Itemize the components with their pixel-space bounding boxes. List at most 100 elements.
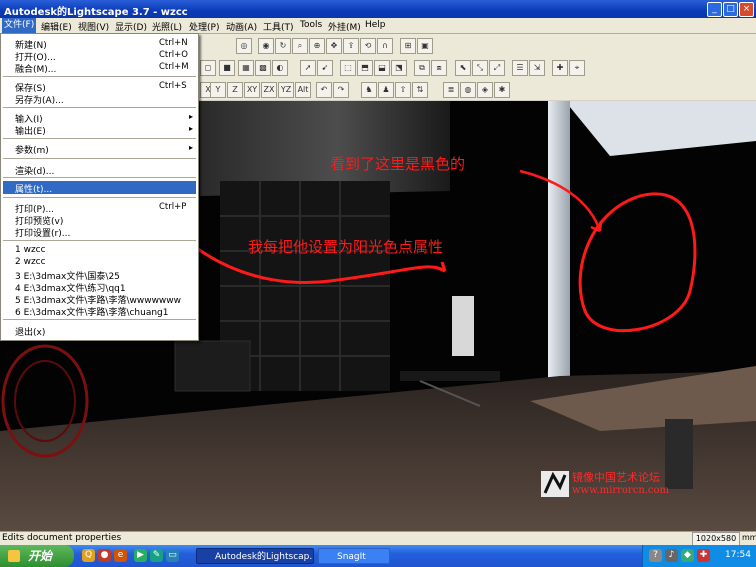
- zoom-icon[interactable]: ⌕: [292, 38, 308, 54]
- select-lock-icon[interactable]: ⬒: [357, 60, 373, 76]
- recent-file-1[interactable]: 1 wzcc: [15, 245, 46, 255]
- paste-icon[interactable]: ⧈: [431, 60, 447, 76]
- media-icon[interactable]: ▶: [134, 549, 147, 562]
- menu-edit[interactable]: 编辑(E): [41, 20, 72, 33]
- texture-icon[interactable]: ▦: [238, 60, 254, 76]
- menu-separator: [3, 240, 196, 241]
- menu-export[interactable]: 输出(E): [15, 124, 46, 137]
- menu-separator: [3, 177, 196, 178]
- task-snagit[interactable]: SnagIt: [318, 548, 390, 564]
- start-label: 开始: [28, 549, 53, 563]
- minimize-button[interactable]: _: [707, 2, 722, 17]
- menu-display[interactable]: 显示(D): [115, 20, 147, 33]
- menu-tools-cn[interactable]: 工具(T): [263, 20, 294, 33]
- solid-icon[interactable]: ■: [219, 60, 235, 76]
- magnify-icon[interactable]: ⊕: [309, 38, 325, 54]
- runner-icon[interactable]: ♟: [378, 82, 394, 98]
- scale-icon[interactable]: ⤡: [472, 60, 488, 76]
- orbit-icon[interactable]: ↻: [275, 38, 291, 54]
- menu-exit[interactable]: 退出(x): [15, 325, 45, 338]
- start-button[interactable]: 开始: [0, 545, 74, 567]
- pan-icon[interactable]: ✥: [326, 38, 342, 54]
- system-tray: ? ♪ ◆ ✚ 17:54: [642, 545, 756, 567]
- submenu-arrow-icon: ▸: [189, 124, 194, 133]
- layers-icon[interactable]: ☰: [512, 60, 528, 76]
- axis-z-button[interactable]: Z: [227, 82, 243, 98]
- menu-render[interactable]: 渲染(d)...: [15, 164, 54, 177]
- light-icon[interactable]: ✱: [494, 82, 510, 98]
- status-text: Edits document properties: [2, 533, 122, 543]
- stack-icon[interactable]: ≣: [443, 82, 459, 98]
- menu-print-setup[interactable]: 打印设置(r)...: [15, 226, 70, 239]
- add-point-icon[interactable]: ✚: [552, 60, 568, 76]
- browser-icon[interactable]: e: [114, 549, 127, 562]
- watermark-title: 镜像中国艺术论坛: [572, 471, 660, 484]
- menu-separator: [3, 158, 196, 159]
- app-icon[interactable]: ●: [98, 549, 111, 562]
- qq-icon[interactable]: Q: [82, 549, 95, 562]
- network-icon[interactable]: ◆: [681, 549, 694, 562]
- grid-icon[interactable]: ▩: [255, 60, 271, 76]
- select-add-icon[interactable]: ⬓: [374, 60, 390, 76]
- jump-icon[interactable]: ⇧: [395, 82, 411, 98]
- menu-file[interactable]: 文件(F): [2, 18, 37, 33]
- status-bar: Edits document properties 1020x580 mm: [0, 531, 756, 546]
- task-lightscape[interactable]: Autodesk的Lightscap...: [196, 548, 314, 564]
- rotate-icon[interactable]: ⟲: [360, 38, 376, 54]
- render-icon[interactable]: ◈: [477, 82, 493, 98]
- menu-light[interactable]: 光照(L): [152, 20, 182, 33]
- view-icon[interactable]: ◎: [236, 38, 252, 54]
- axis-y-button[interactable]: Y: [210, 82, 226, 98]
- select-box-icon[interactable]: ⬚: [340, 60, 356, 76]
- close-button[interactable]: ×: [739, 2, 754, 17]
- menu-merge[interactable]: 融合(M)...: [15, 62, 56, 75]
- shade-icon[interactable]: ◐: [272, 60, 288, 76]
- annotation-note-1: 看到了这里是黑色的: [330, 155, 466, 173]
- redo-icon[interactable]: ↷: [333, 82, 349, 98]
- menu-process[interactable]: 处理(P): [189, 20, 219, 33]
- zoom-extents-icon[interactable]: ▣: [417, 38, 433, 54]
- measure-icon[interactable]: ⌖: [569, 60, 585, 76]
- menu-save-as[interactable]: 另存为(A)...: [15, 93, 64, 106]
- menu-separator: [3, 197, 196, 198]
- menu-animation[interactable]: 动画(A): [226, 20, 257, 33]
- rotate-object-icon[interactable]: ⤢: [489, 60, 505, 76]
- select-surface-icon[interactable]: ➹: [317, 60, 333, 76]
- flip-icon[interactable]: ⇲: [529, 60, 545, 76]
- menu-plugins[interactable]: 外挂(M): [328, 20, 361, 33]
- wireframe-icon[interactable]: ◻: [200, 60, 216, 76]
- maximize-button[interactable]: □: [723, 2, 738, 17]
- walk-icon[interactable]: ⇪: [343, 38, 359, 54]
- select-icon[interactable]: ➚: [300, 60, 316, 76]
- desktop-icon[interactable]: ▭: [166, 549, 179, 562]
- alt-button[interactable]: Alt: [295, 82, 311, 98]
- walker-icon[interactable]: ♞: [361, 82, 377, 98]
- menu-bar: 文件(F) 编辑(E) 视图(V) 显示(D) 光照(L) 处理(P) 动画(A…: [0, 18, 756, 34]
- security-icon[interactable]: ✚: [697, 549, 710, 562]
- speaker-icon[interactable]: ♪: [665, 549, 678, 562]
- eye-icon[interactable]: ◉: [258, 38, 274, 54]
- title-bar: Autodesk的Lightscape 3.7 - wzcc _ □ ×: [0, 0, 756, 18]
- copy-icon[interactable]: ⧉: [414, 60, 430, 76]
- help-icon[interactable]: ?: [649, 549, 662, 562]
- select-remove-icon[interactable]: ⬔: [391, 60, 407, 76]
- menu-properties[interactable]: 属性(t)...: [15, 182, 52, 195]
- plane-zx-button[interactable]: ZX: [261, 82, 277, 98]
- move-icon[interactable]: ⬉: [455, 60, 471, 76]
- shortcut-save: Ctrl+S: [159, 81, 187, 91]
- menu-tools[interactable]: Tools: [300, 20, 322, 30]
- recent-file-2[interactable]: 2 wzcc: [15, 257, 46, 267]
- plane-xy-button[interactable]: XY: [244, 82, 260, 98]
- menu-separator: [3, 319, 196, 320]
- menu-parameters[interactable]: 参数(m): [15, 143, 49, 156]
- tumble-icon[interactable]: ∩: [377, 38, 393, 54]
- arrows-icon[interactable]: ⇅: [412, 82, 428, 98]
- undo-icon[interactable]: ↶: [316, 82, 332, 98]
- menu-help[interactable]: Help: [365, 20, 386, 30]
- plane-yz-button[interactable]: YZ: [278, 82, 294, 98]
- globe-icon[interactable]: ◍: [460, 82, 476, 98]
- recent-file-6[interactable]: 6 E:\3dmax文件\李路\李落\chuang1: [15, 305, 169, 318]
- menu-view[interactable]: 视图(V): [78, 20, 109, 33]
- tool-icon[interactable]: ✎: [150, 549, 163, 562]
- zoom-window-icon[interactable]: ⊞: [400, 38, 416, 54]
